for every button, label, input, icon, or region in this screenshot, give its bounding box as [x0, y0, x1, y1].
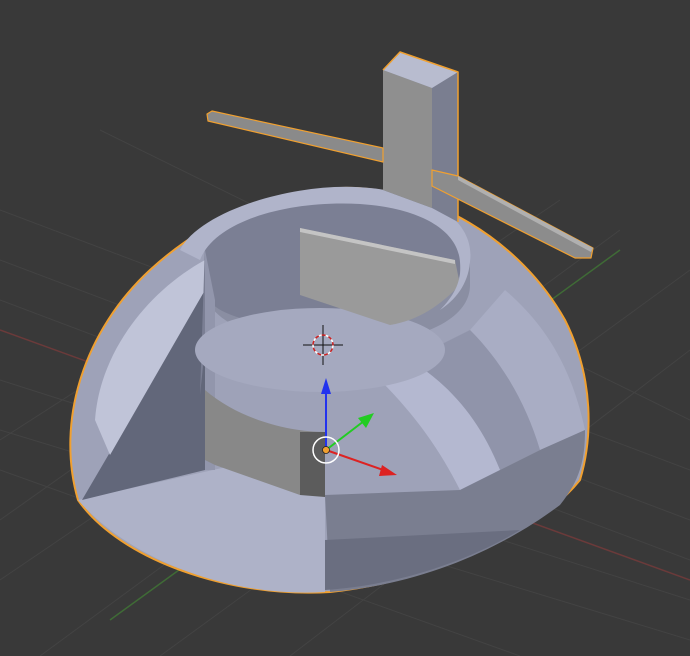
vertical-post-front [383, 70, 432, 208]
viewport-canvas[interactable] [0, 0, 690, 656]
3d-viewport[interactable] [0, 0, 690, 656]
object-origin-icon [322, 446, 330, 454]
inner-wall-shadow [300, 432, 325, 497]
